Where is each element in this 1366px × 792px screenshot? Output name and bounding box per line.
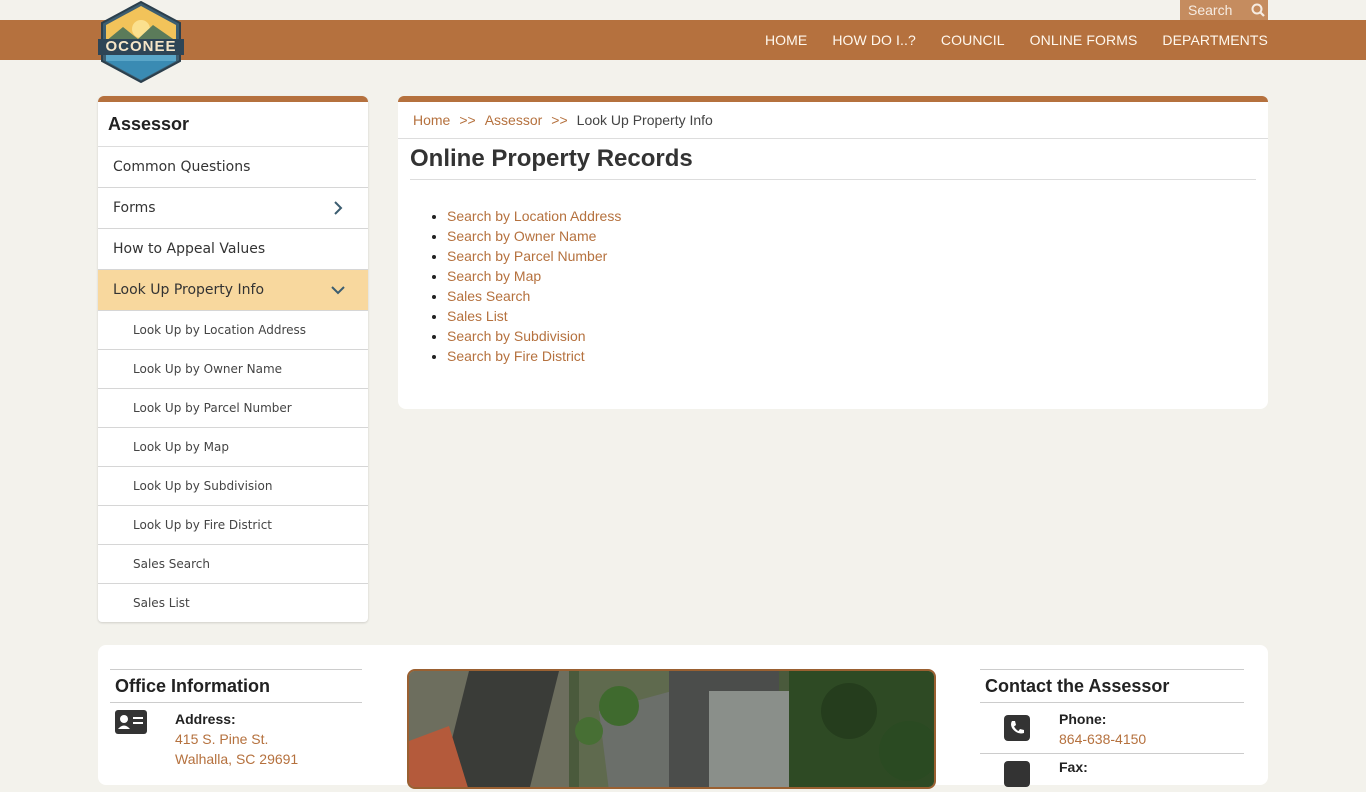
chevron-down-icon[interactable]	[330, 282, 346, 298]
link-search-owner-name[interactable]: Search by Owner Name	[447, 228, 596, 244]
nav-departments[interactable]: DEPARTMENTS	[1162, 32, 1268, 48]
sidebar-item-label: Common Questions	[113, 159, 251, 175]
breadcrumb-current: Look Up Property Info	[576, 112, 713, 128]
sidebar-item-forms[interactable]: Forms	[98, 188, 368, 229]
fax-label: Fax:	[1059, 759, 1088, 775]
sidebar-subitem-owner-name[interactable]: Look Up by Owner Name	[98, 350, 368, 389]
list-item: Search by Map	[447, 266, 1268, 286]
list-item: Search by Owner Name	[447, 226, 1268, 246]
sidebar-subitem-location-address[interactable]: Look Up by Location Address	[98, 311, 368, 350]
chevron-right-icon[interactable]	[330, 200, 346, 216]
link-sales-search[interactable]: Sales Search	[447, 288, 530, 304]
nav-how-do-i[interactable]: HOW DO I..?	[832, 32, 916, 48]
breadcrumb-assessor[interactable]: Assessor	[485, 112, 543, 128]
nav-online-forms[interactable]: ONLINE FORMS	[1030, 32, 1138, 48]
breadcrumb-separator: >>	[459, 112, 476, 128]
breadcrumb-separator: >>	[551, 112, 568, 128]
list-item: Search by Subdivision	[447, 326, 1268, 346]
address-card-icon	[115, 710, 147, 739]
link-search-parcel-number[interactable]: Search by Parcel Number	[447, 248, 607, 264]
sidebar-item-label: How to Appeal Values	[113, 241, 266, 257]
breadcrumb-home[interactable]: Home	[413, 112, 450, 128]
sidebar-item-label: Look Up Property Info	[113, 282, 265, 298]
sidebar-item-look-up-property-info[interactable]: Look Up Property Info	[98, 270, 368, 311]
office-aerial-photo	[407, 669, 936, 789]
link-search-subdivision[interactable]: Search by Subdivision	[447, 328, 586, 344]
link-search-location-address[interactable]: Search by Location Address	[447, 208, 621, 224]
main-content: Home >> Assessor >> Look Up Property Inf…	[398, 96, 1268, 409]
address-label: Address:	[175, 711, 236, 727]
list-item: Search by Location Address	[447, 206, 1268, 226]
list-item: Sales Search	[447, 286, 1268, 306]
link-sales-list[interactable]: Sales List	[447, 308, 508, 324]
sidebar: Assessor Common Questions Forms How to A…	[98, 96, 368, 622]
list-item: Search by Parcel Number	[447, 246, 1268, 266]
sidebar-item-appeal-values[interactable]: How to Appeal Values	[98, 229, 368, 270]
breadcrumb: Home >> Assessor >> Look Up Property Inf…	[398, 102, 1268, 139]
search-label: Search	[1188, 2, 1233, 18]
fax-icon	[1004, 761, 1030, 792]
search-icon[interactable]	[1248, 3, 1268, 17]
sidebar-subitem-subdivision[interactable]: Look Up by Subdivision	[98, 467, 368, 506]
sidebar-item-label: Forms	[113, 200, 156, 216]
nav-council[interactable]: COUNCIL	[941, 32, 1005, 48]
link-search-fire-district[interactable]: Search by Fire District	[447, 348, 585, 364]
office-info-title: Office Information	[110, 669, 362, 703]
records-link-list: Search by Location Address Search by Own…	[398, 206, 1268, 366]
main-nav: HOME HOW DO I..? COUNCIL ONLINE FORMS DE…	[740, 20, 1268, 60]
list-item: Search by Fire District	[447, 346, 1268, 366]
phone-icon	[1004, 715, 1030, 746]
sidebar-item-common-questions[interactable]: Common Questions	[98, 147, 368, 188]
sidebar-subitem-sales-search[interactable]: Sales Search	[98, 545, 368, 584]
nav-home[interactable]: HOME	[765, 32, 807, 48]
sidebar-subitem-fire-district[interactable]: Look Up by Fire District	[98, 506, 368, 545]
sidebar-title: Assessor	[98, 102, 368, 147]
divider	[980, 753, 1244, 754]
logo-text: OCONEE	[105, 38, 177, 55]
contact-title: Contact the Assessor	[980, 669, 1244, 703]
sidebar-subitem-sales-list[interactable]: Sales List	[98, 584, 368, 622]
sidebar-subitem-map[interactable]: Look Up by Map	[98, 428, 368, 467]
site-logo[interactable]: OCONEE	[98, 0, 184, 84]
page-title: Online Property Records	[410, 145, 1256, 180]
address-line-1[interactable]: 415 S. Pine St.	[175, 729, 268, 749]
address-line-2[interactable]: Walhalla, SC 29691	[175, 749, 298, 769]
link-search-map[interactable]: Search by Map	[447, 268, 541, 284]
list-item: Sales List	[447, 306, 1268, 326]
info-panel: Office Information Address: 415 S. Pine …	[98, 645, 1268, 789]
sidebar-subitem-parcel-number[interactable]: Look Up by Parcel Number	[98, 389, 368, 428]
search-box[interactable]: Search	[1180, 0, 1268, 20]
phone-number-link[interactable]: 864-638-4150	[1059, 729, 1146, 749]
phone-label: Phone:	[1059, 711, 1107, 727]
